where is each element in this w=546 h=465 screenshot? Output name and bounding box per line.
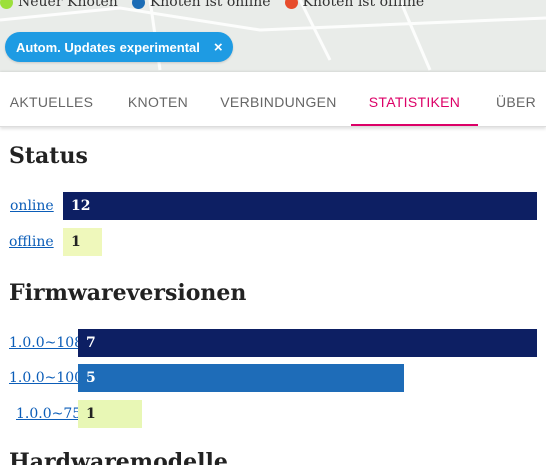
new-node-dot-icon <box>0 0 13 9</box>
legend-item-offline: Knoten ist offline <box>284 0 425 10</box>
filter-chip-value: experimental <box>119 39 200 55</box>
legend-label: Knoten ist offline <box>302 0 425 10</box>
bar-value: 12 <box>71 198 91 214</box>
bar-value: 1 <box>86 406 96 422</box>
firmware-bar-75: 1 <box>78 400 142 428</box>
filter-chip-label: Autom. Updates <box>16 39 116 55</box>
bar-value: 7 <box>86 335 96 351</box>
legend-item-online: Knoten ist online <box>131 0 271 10</box>
map-legend: Neuer Knoten Knoten ist online Knoten is… <box>0 0 424 11</box>
bar-value: 5 <box>86 370 96 386</box>
online-dot-icon <box>131 0 145 9</box>
tab-verbindungen[interactable]: VERBINDUNGEN <box>213 72 344 126</box>
legend-label: Knoten ist online <box>149 0 271 10</box>
offline-dot-icon <box>284 0 298 9</box>
firmware-bar-100: 5 <box>78 364 404 392</box>
filter-chip-auto-updates[interactable]: Autom. Updates experimental × <box>5 32 233 62</box>
firmware-link-75[interactable]: 1.0.0~75 <box>16 406 81 422</box>
status-heading: Status <box>9 143 88 169</box>
tab-ueber[interactable]: ÜBER <box>486 72 546 126</box>
bar-value: 1 <box>71 234 81 250</box>
firmware-heading: Firmwareversionen <box>9 280 247 306</box>
firmware-link-100[interactable]: 1.0.0~100 <box>9 370 83 386</box>
legend-label: Neuer Knoten <box>18 0 118 10</box>
active-tab-indicator <box>351 124 478 126</box>
legend-item-new-node: Neuer Knoten <box>0 0 118 10</box>
tab-bar: AKTUELLES KNOTEN VERBINDUNGEN STATISTIKE… <box>0 72 546 127</box>
status-link-online[interactable]: online <box>10 198 54 214</box>
tab-knoten[interactable]: KNOTEN <box>103 72 213 126</box>
hardware-heading: Hardwaremodelle <box>9 449 228 465</box>
tab-statistiken[interactable]: STATISTIKEN <box>351 72 478 126</box>
close-icon[interactable]: × <box>214 40 223 55</box>
statistics-content[interactable]: Status online 12 offline 1 Firmwareversi… <box>0 127 546 465</box>
sidebar-panel: AKTUELLES KNOTEN VERBINDUNGEN STATISTIKE… <box>0 72 546 465</box>
firmware-link-108[interactable]: 1.0.0~108 <box>9 335 83 351</box>
tab-aktuelles[interactable]: AKTUELLES <box>0 72 103 126</box>
status-bar-offline: 1 <box>63 228 102 256</box>
status-link-offline[interactable]: offline <box>9 234 54 250</box>
firmware-bar-108: 7 <box>78 329 537 357</box>
status-bar-online: 12 <box>63 192 537 220</box>
